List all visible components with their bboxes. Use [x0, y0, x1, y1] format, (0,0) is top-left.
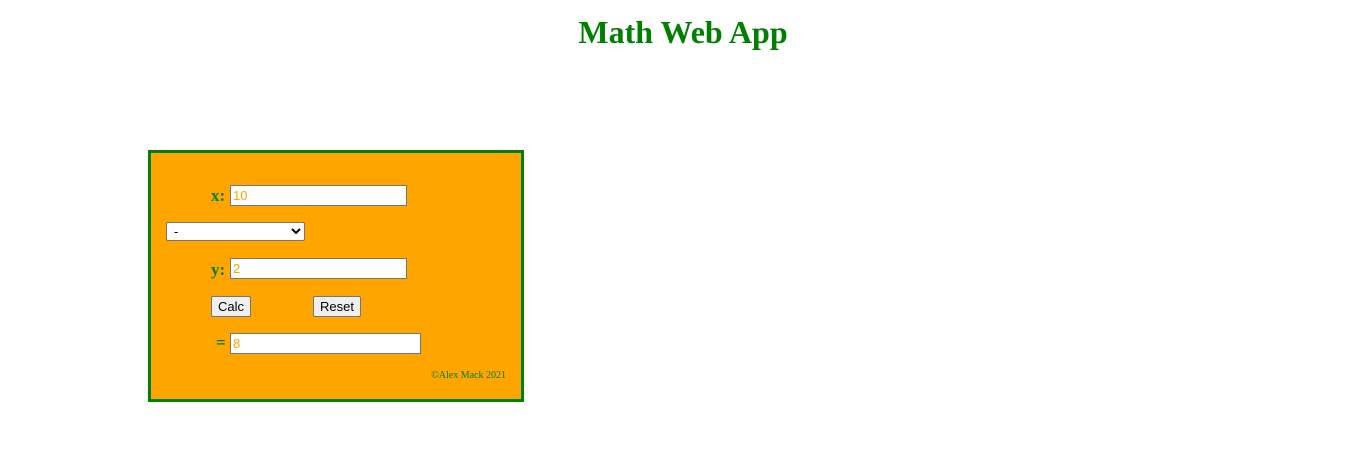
- result-output[interactable]: [230, 333, 421, 354]
- calc-button[interactable]: Calc: [211, 296, 252, 317]
- calculator-panel: x: - y: Calc Reset = ©Alex Mack 2021: [148, 150, 524, 402]
- operator-select[interactable]: -: [166, 222, 305, 241]
- copyright-credit: ©Alex Mack 2021: [431, 370, 506, 381]
- y-label: y:: [211, 260, 226, 279]
- x-input[interactable]: [230, 185, 407, 206]
- result-label: =: [216, 333, 226, 352]
- y-input[interactable]: [230, 258, 407, 279]
- page-title: Math Web App: [578, 14, 788, 50]
- x-label: x:: [211, 186, 226, 205]
- reset-button[interactable]: Reset: [313, 296, 361, 317]
